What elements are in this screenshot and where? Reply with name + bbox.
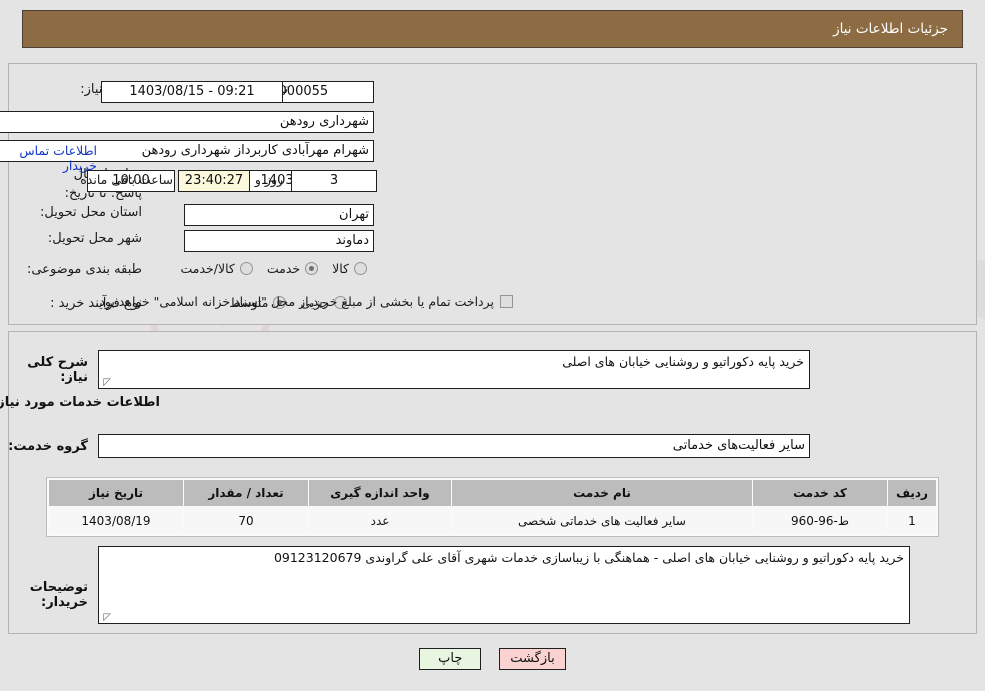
remaining-days-field[interactable]: 3 [291, 170, 377, 192]
radio-icon-kala[interactable] [354, 262, 367, 275]
services-section-heading: اطلاعات خدمات مورد نیاز [0, 395, 160, 410]
category-radio-group: کالا خدمت کالا/خدمت [166, 261, 367, 276]
remaining-days-label: روز و [254, 172, 283, 187]
table-header-row: ردیف کد خدمت نام خدمت واحد اندازه گیری ت… [48, 479, 937, 507]
province-label-wrap: استان محل تحویل: [40, 205, 142, 220]
cell-date: 1403/08/19 [48, 506, 184, 535]
radio-icon-kala-khedmat[interactable] [239, 262, 253, 275]
services-table-wrap: ردیف کد خدمت نام خدمت واحد اندازه گیری ت… [46, 477, 939, 537]
buyer-notes-label: توضیحات خریدار: [29, 580, 88, 610]
services-table: ردیف کد خدمت نام خدمت واحد اندازه گیری ت… [48, 479, 937, 535]
category-option-kala-label: کالا [332, 261, 349, 276]
public-announce-field[interactable]: 09:21 - 1403/08/15 [101, 81, 283, 103]
city-label: شهر محل تحویل: [47, 231, 142, 246]
table-row[interactable]: 1 ط-96-960 سایر فعالیت های خدماتی شخصی ع… [48, 506, 937, 535]
category-option-khedmat[interactable]: خدمت [266, 261, 319, 276]
need-description-text: خرید پایه دکوراتیو و روشنایی خیابان های … [562, 354, 804, 369]
cell-qty: 70 [183, 506, 309, 535]
remaining-time-field: 23:40:27 [178, 170, 250, 192]
action-button-row: بازگشت چاپ [0, 648, 985, 670]
col-qty: تعداد / مقدار [183, 479, 309, 507]
city-label-wrap: شهر محل تحویل: [48, 231, 142, 246]
cell-unit: عدد [308, 506, 452, 535]
category-label: طبقه بندی موضوعی: [26, 262, 142, 277]
back-button[interactable]: بازگشت [499, 648, 566, 670]
window-title-bar: جزئیات اطلاعات نیاز [22, 10, 963, 48]
need-description-textarea[interactable]: خرید پایه دکوراتیو و روشنایی خیابان های … [98, 350, 810, 389]
category-option-kala-khedmat-label: کالا/خدمت [180, 261, 235, 276]
col-name: نام خدمت [451, 479, 753, 507]
radio-icon-khedmat[interactable] [305, 262, 319, 275]
resize-grip-icon[interactable]: ◸ [102, 378, 111, 388]
print-button[interactable]: چاپ [419, 648, 482, 670]
col-radif: ردیف [887, 479, 937, 507]
page-title: جزئیات اطلاعات نیاز [833, 21, 948, 37]
cell-name: سایر فعالیت های خدماتی شخصی [451, 506, 753, 535]
treasury-note-label: پرداخت تمام یا بخشی از مبلغ خرید،از محل … [95, 294, 494, 309]
service-group-field[interactable]: سایر فعالیت‌های خدماتی [98, 434, 810, 458]
buyer-notes-textarea[interactable]: خرید پایه دکوراتیو و روشنایی خیابان های … [98, 546, 910, 624]
remaining-time-label: ساعت باقی مانده [80, 172, 173, 187]
cell-radif: 1 [887, 506, 937, 535]
buyer-notes-text: خرید پایه دکوراتیو و روشنایی خیابان های … [273, 550, 904, 565]
category-option-kala[interactable]: کالا [332, 261, 367, 276]
category-label-wrap: طبقه بندی موضوعی: [27, 262, 142, 277]
treasury-note-wrap: پرداخت تمام یا بخشی از مبلغ خرید،از محل … [95, 294, 513, 309]
category-option-khedmat-label: خدمت [266, 261, 301, 276]
page-root: AriaTender.net جزئیات اطلاعات نیاز شماره… [0, 0, 985, 691]
province-label: استان محل تحویل: [40, 205, 142, 220]
col-date: تاریخ نیاز [48, 479, 184, 507]
treasury-checkbox[interactable] [500, 295, 513, 308]
buyer-org-field[interactable]: شهرداری رودهن [0, 111, 374, 133]
city-field[interactable]: دماوند [184, 230, 374, 252]
col-unit: واحد اندازه گیری [308, 479, 452, 507]
service-group-label: گروه خدمت: [8, 439, 88, 454]
resize-grip-icon-2[interactable]: ◸ [102, 613, 111, 623]
need-description-label: شرح کلی نیاز: [27, 355, 88, 385]
category-option-kala-khedmat[interactable]: کالا/خدمت [180, 261, 253, 276]
province-field[interactable]: تهران [184, 204, 374, 226]
col-code: کد خدمت [752, 479, 888, 507]
cell-code: ط-96-960 [752, 506, 888, 535]
